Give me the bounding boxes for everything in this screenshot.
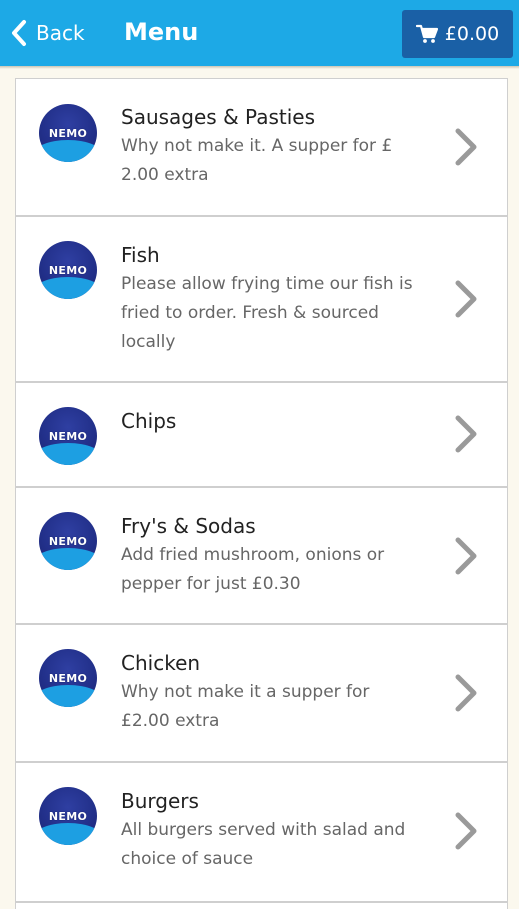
restaurant-logo: NEMO xyxy=(39,104,97,162)
chevron-right-icon xyxy=(453,127,479,167)
item-description: Why not make it. A supper for £ 2.00 ext… xyxy=(121,136,393,185)
chevron-right-icon xyxy=(453,414,479,454)
item-title: Sausages & Pasties xyxy=(121,105,315,129)
chevron-right-icon xyxy=(453,536,479,576)
item-description: Add fried mushroom, onions or pepper for… xyxy=(121,545,385,594)
cart-button[interactable]: £0.00 xyxy=(402,10,513,58)
menu-item-frys-sodas[interactable]: NEMO Fry's & Sodas Add fried mushroom, o… xyxy=(16,488,507,625)
restaurant-logo: NEMO xyxy=(39,787,97,845)
item-title: Chicken xyxy=(121,651,201,675)
item-title: Fish xyxy=(121,243,160,267)
item-title: Chips xyxy=(121,409,177,433)
header-shadow xyxy=(0,66,519,69)
item-description: All burgers served with salad and choice… xyxy=(121,820,406,869)
menu-item-burgers[interactable]: NEMO Burgers All burgers served with sal… xyxy=(16,763,507,903)
restaurant-logo: NEMO xyxy=(39,407,97,465)
chevron-left-icon xyxy=(10,19,28,47)
item-description: Please allow frying time our fish is fri… xyxy=(121,274,413,352)
item-title: Fry's & Sodas xyxy=(121,514,256,538)
menu-item-fish[interactable]: NEMO Fish Please allow frying time our f… xyxy=(16,217,507,383)
cart-icon xyxy=(415,24,445,44)
restaurant-logo: NEMO xyxy=(39,649,97,707)
menu-category-list: NEMO Sausages & Pasties Why not make it.… xyxy=(15,78,508,909)
back-button[interactable]: Back xyxy=(10,13,85,53)
cart-total: £0.00 xyxy=(444,23,500,45)
item-description: Why not make it a supper for £2.00 extra xyxy=(121,682,370,731)
chevron-right-icon xyxy=(453,673,479,713)
header-bar: Back Menu £0.00 xyxy=(0,0,519,66)
menu-item-chicken[interactable]: NEMO Chicken Why not make it a supper fo… xyxy=(16,625,507,763)
page-title: Menu xyxy=(124,18,199,46)
restaurant-logo: NEMO xyxy=(39,512,97,570)
restaurant-logo: NEMO xyxy=(39,241,97,299)
chevron-right-icon xyxy=(453,279,479,319)
item-title: Burgers xyxy=(121,789,199,813)
chevron-right-icon xyxy=(453,811,479,851)
back-label: Back xyxy=(36,21,85,45)
menu-item-chips[interactable]: NEMO Chips xyxy=(16,383,507,488)
menu-item-sausages-pasties[interactable]: NEMO Sausages & Pasties Why not make it.… xyxy=(16,79,507,217)
